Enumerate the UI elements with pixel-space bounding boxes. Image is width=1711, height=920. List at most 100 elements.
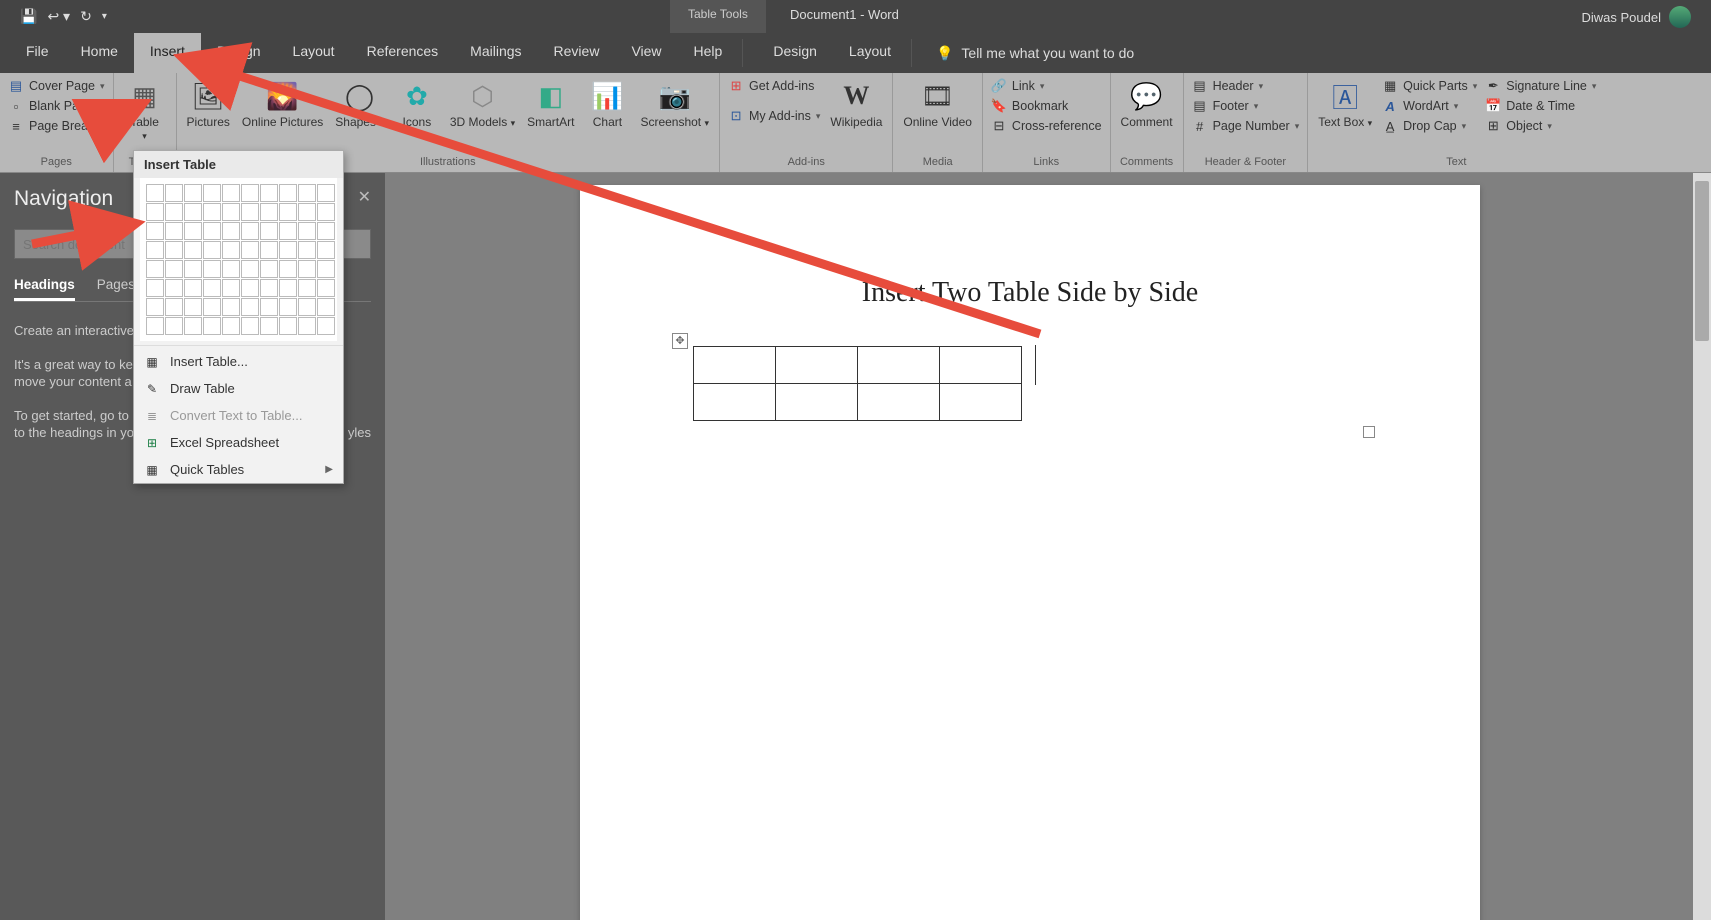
tab-table-design[interactable]: Design	[757, 33, 833, 73]
grid-cell[interactable]	[203, 203, 221, 221]
navtab-pages[interactable]: Pages	[97, 277, 135, 301]
tab-table-layout[interactable]: Layout	[833, 33, 907, 73]
save-icon[interactable]: 💾	[20, 8, 37, 25]
grid-cell[interactable]	[298, 317, 316, 335]
grid-cell[interactable]	[260, 298, 278, 316]
grid-cell[interactable]	[298, 184, 316, 202]
grid-cell[interactable]	[279, 241, 297, 259]
grid-cell[interactable]	[260, 241, 278, 259]
close-icon[interactable]: ✕	[358, 187, 371, 207]
3d-models-button[interactable]: ⬡3D Models ▾	[444, 76, 521, 131]
grid-cell[interactable]	[298, 298, 316, 316]
grid-cell[interactable]	[184, 317, 202, 335]
grid-cell[interactable]	[241, 317, 259, 335]
signature-line-button[interactable]: ✒Signature Line	[1485, 78, 1596, 94]
wordart-button[interactable]: AWordArt	[1382, 98, 1477, 114]
user-account[interactable]: Diwas Poudel	[1582, 6, 1692, 28]
tab-view[interactable]: View	[615, 33, 677, 73]
grid-cell[interactable]	[184, 241, 202, 259]
grid-cell[interactable]	[184, 184, 202, 202]
qat-customize-icon[interactable]: ▾	[102, 11, 107, 22]
quick-tables-menu-item[interactable]: ▦Quick Tables▶	[134, 456, 343, 483]
header-button[interactable]: ▤Header	[1192, 78, 1300, 94]
grid-cell[interactable]	[184, 222, 202, 240]
grid-cell[interactable]	[260, 203, 278, 221]
grid-cell[interactable]	[317, 260, 335, 278]
tab-references[interactable]: References	[351, 33, 455, 73]
tab-mailings[interactable]: Mailings	[454, 33, 537, 73]
shapes-button[interactable]: ◯Shapes ▾	[329, 76, 390, 131]
tab-home[interactable]: Home	[65, 33, 134, 73]
online-pictures-button[interactable]: 🌄Online Pictures	[236, 76, 329, 131]
grid-cell[interactable]	[317, 279, 335, 297]
grid-cell[interactable]	[222, 317, 240, 335]
grid-cell[interactable]	[146, 222, 164, 240]
grid-cell[interactable]	[222, 298, 240, 316]
get-addins-button[interactable]: ⊞Get Add-ins	[728, 78, 820, 94]
grid-cell[interactable]	[146, 260, 164, 278]
grid-cell[interactable]	[298, 222, 316, 240]
grid-cell[interactable]	[279, 279, 297, 297]
grid-cell[interactable]	[279, 203, 297, 221]
cross-reference-button[interactable]: ⊟Cross-reference	[991, 118, 1102, 134]
grid-cell[interactable]	[260, 317, 278, 335]
grid-cell[interactable]	[184, 279, 202, 297]
undo-icon[interactable]: ↩ ▾	[47, 8, 70, 25]
table-resize-handle-icon[interactable]	[1363, 426, 1375, 438]
grid-cell[interactable]	[298, 260, 316, 278]
blank-page-button[interactable]: ▫Blank Page	[8, 98, 105, 114]
grid-cell[interactable]	[203, 317, 221, 335]
grid-cell[interactable]	[184, 260, 202, 278]
grid-cell[interactable]	[203, 184, 221, 202]
grid-cell[interactable]	[279, 222, 297, 240]
my-addins-button[interactable]: ⊡My Add-ins	[728, 108, 820, 124]
object-button[interactable]: ⊞Object	[1485, 118, 1596, 134]
grid-cell[interactable]	[165, 298, 183, 316]
grid-cell[interactable]	[165, 203, 183, 221]
grid-cell[interactable]	[222, 241, 240, 259]
page-break-button[interactable]: ≡Page Break	[8, 118, 105, 134]
cover-page-button[interactable]: ▤Cover Page	[8, 78, 105, 94]
pictures-button[interactable]: 🖼Pictures	[181, 76, 236, 131]
grid-cell[interactable]	[146, 298, 164, 316]
grid-cell[interactable]	[165, 184, 183, 202]
grid-cell[interactable]	[260, 279, 278, 297]
document-area[interactable]: Insert Two Table Side by Side ✥	[385, 173, 1711, 920]
grid-cell[interactable]	[241, 222, 259, 240]
tab-design[interactable]: Design	[201, 33, 277, 73]
smartart-button[interactable]: ◧SmartArt	[521, 76, 580, 131]
screenshot-button[interactable]: 📷Screenshot ▾	[634, 76, 715, 131]
tell-me[interactable]: 💡 Tell me what you want to do	[916, 33, 1134, 73]
grid-cell[interactable]	[165, 317, 183, 335]
grid-cell[interactable]	[203, 241, 221, 259]
grid-cell[interactable]	[279, 260, 297, 278]
grid-cell[interactable]	[203, 298, 221, 316]
grid-cell[interactable]	[260, 222, 278, 240]
online-video-button[interactable]: 🎞Online Video	[897, 76, 978, 131]
grid-cell[interactable]	[222, 279, 240, 297]
excel-spreadsheet-menu-item[interactable]: ⊞Excel Spreadsheet	[134, 429, 343, 456]
table-move-handle-icon[interactable]: ✥	[672, 333, 688, 349]
draw-table-menu-item[interactable]: ✎Draw Table	[134, 375, 343, 402]
footer-button[interactable]: ▤Footer	[1192, 98, 1300, 114]
grid-cell[interactable]	[260, 184, 278, 202]
grid-cell[interactable]	[146, 317, 164, 335]
grid-cell[interactable]	[146, 203, 164, 221]
tab-insert[interactable]: Insert	[134, 33, 201, 73]
wikipedia-button[interactable]: WWikipedia	[824, 76, 888, 131]
grid-cell[interactable]	[317, 298, 335, 316]
grid-cell[interactable]	[241, 279, 259, 297]
tab-layout[interactable]: Layout	[277, 33, 351, 73]
grid-cell[interactable]	[203, 222, 221, 240]
grid-cell[interactable]	[317, 184, 335, 202]
grid-cell[interactable]	[317, 222, 335, 240]
grid-cell[interactable]	[298, 203, 316, 221]
link-button[interactable]: 🔗Link	[991, 78, 1102, 94]
grid-cell[interactable]	[184, 298, 202, 316]
page-number-button[interactable]: #Page Number	[1192, 118, 1300, 134]
tab-help[interactable]: Help	[678, 33, 739, 73]
grid-cell[interactable]	[222, 260, 240, 278]
navtab-headings[interactable]: Headings	[14, 277, 75, 301]
grid-cell[interactable]	[165, 222, 183, 240]
grid-cell[interactable]	[203, 260, 221, 278]
